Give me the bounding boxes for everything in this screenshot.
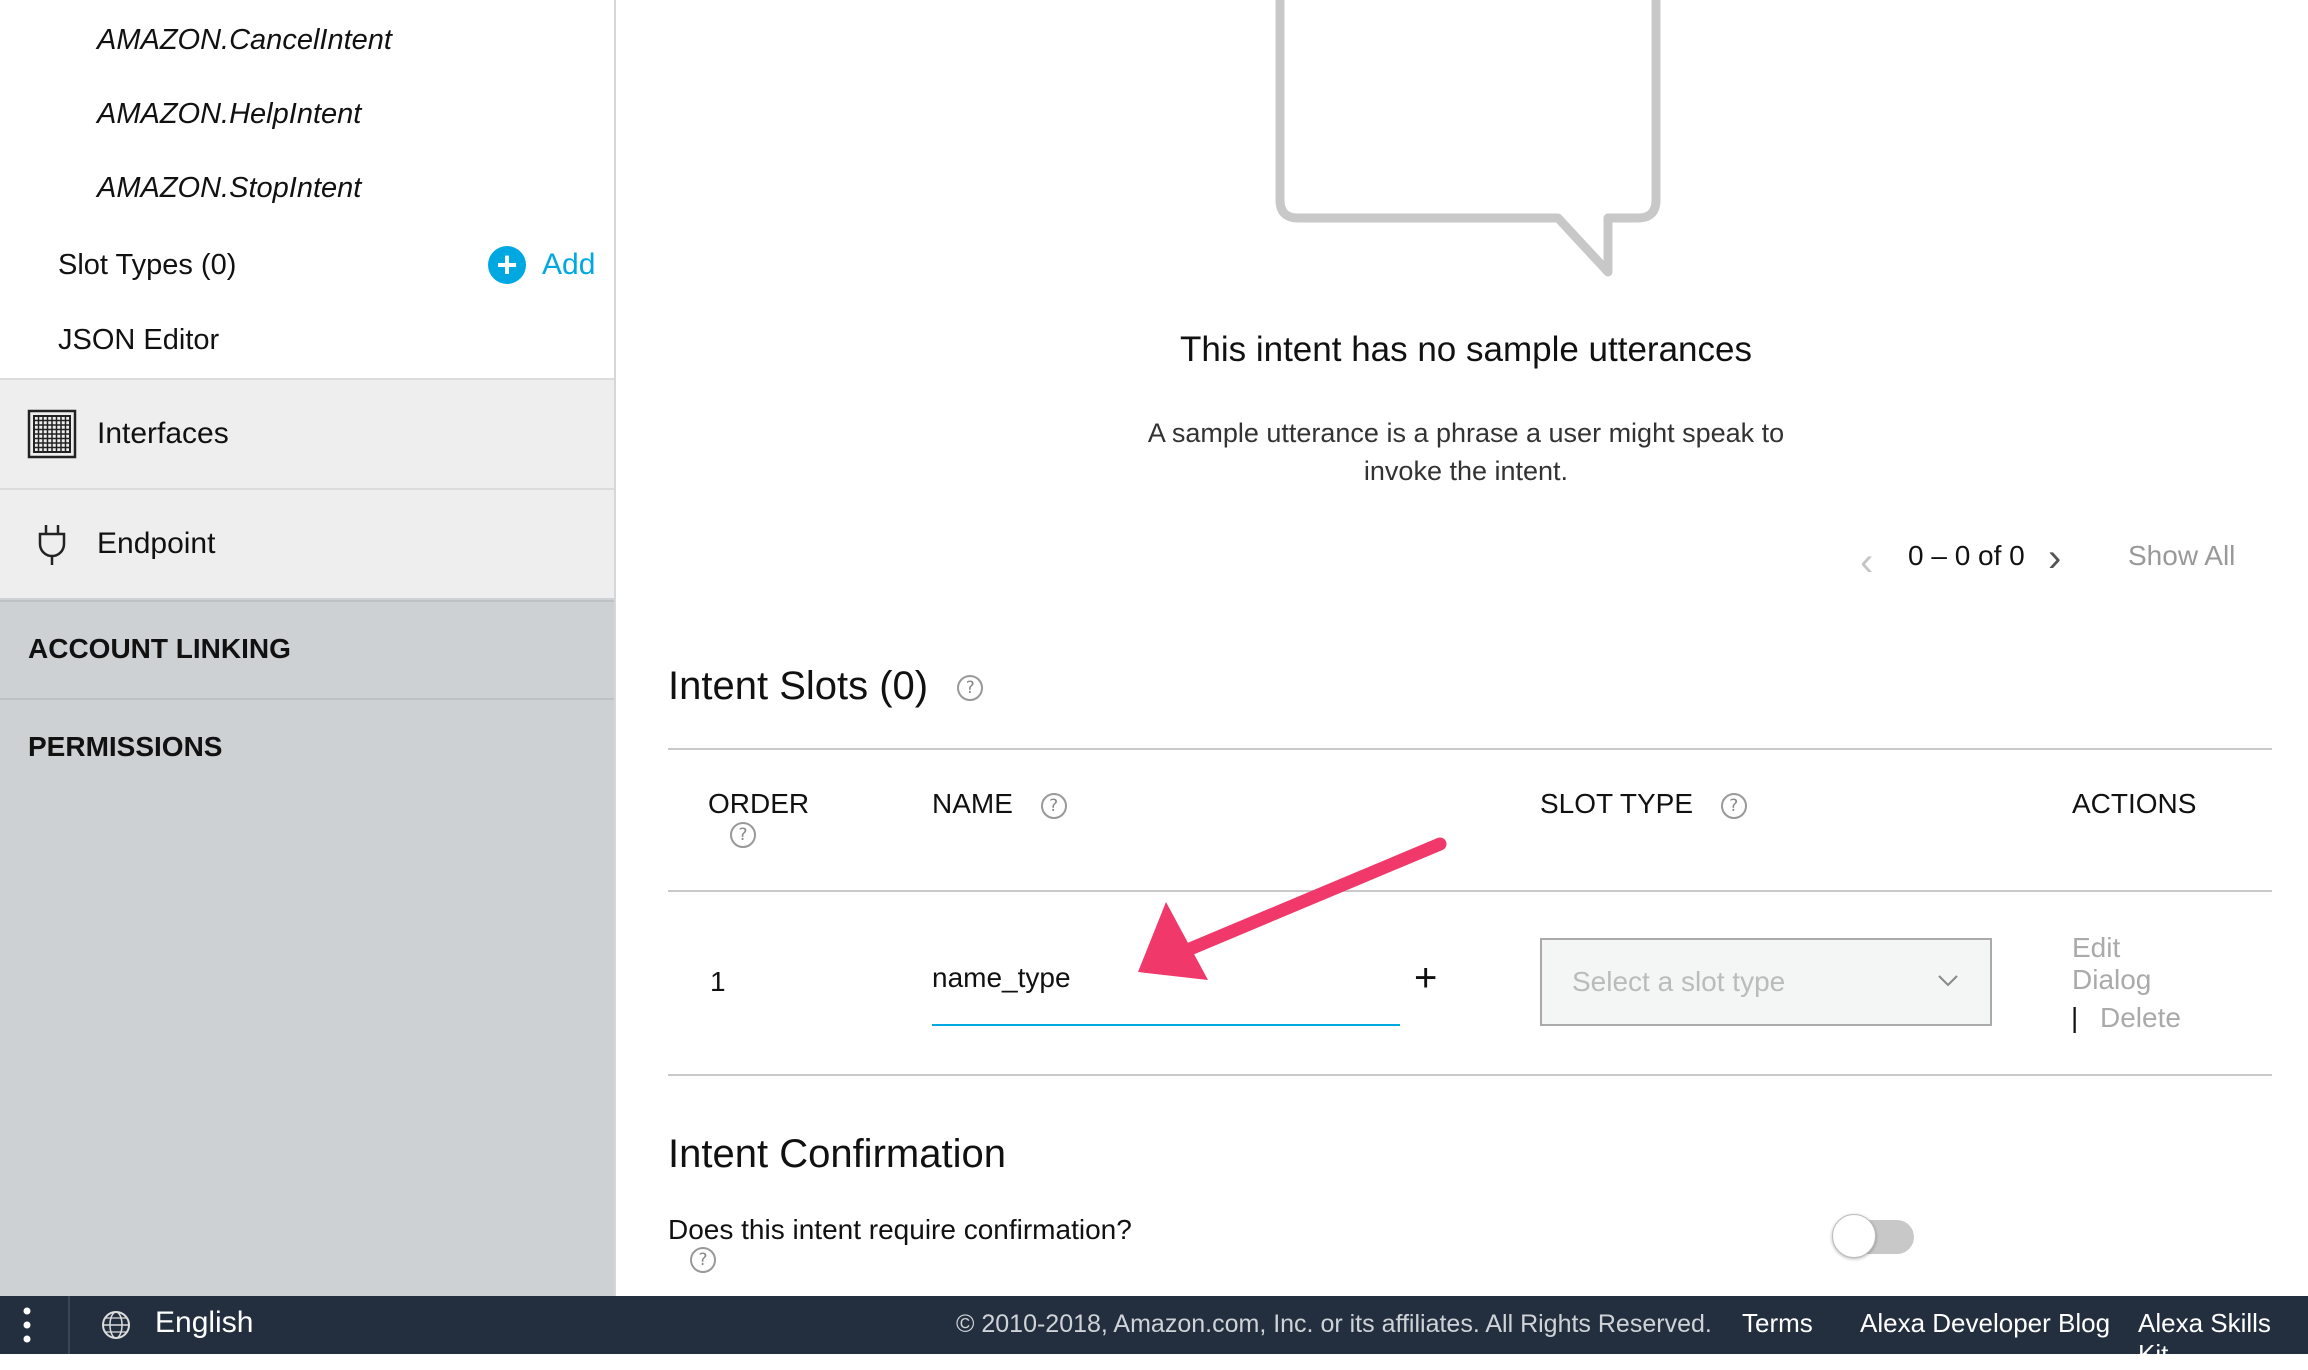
sidebar-item-label: Endpoint [97,527,216,560]
footer-link-skills-kit[interactable]: Alexa Skills Kit [2138,1308,2308,1370]
column-header-label: SLOT TYPE [1540,788,1694,819]
pagination-range: 0 – 0 of 0 [1908,540,2025,571]
help-icon[interactable]: ? [1720,792,1747,819]
sidebar-item-json-editor[interactable]: JSON Editor [58,324,219,357]
slot-name-value: name_type [932,962,1071,993]
intent-confirmation-title: Intent Confirmation [668,1132,1006,1176]
sidebar-item-cancel-intent[interactable]: AMAZON.CancelIntent [97,24,392,57]
show-all-link[interactable]: Show All [2128,540,2235,572]
empty-utterances-description: A sample utterance is a phrase a user mi… [618,414,2308,490]
footer-link-developer-blog[interactable]: Alexa Developer Blog [1860,1308,2110,1339]
edit-dialog-line: Edit [2072,932,2121,963]
add-slot-type-button[interactable]: + Add [488,246,595,284]
sidebar-item-help-intent[interactable]: AMAZON.HelpIntent [97,98,361,131]
sidebar-item-stop-intent[interactable]: AMAZON.StopIntent [97,172,361,205]
delete-slot-link[interactable]: Delete [2100,1002,2181,1034]
sidebar: AMAZON.CancelIntent AMAZON.HelpIntent AM… [0,0,616,1296]
sidebar-item-label: Interfaces [97,417,229,450]
description-line: A sample utterance is a phrase a user mi… [1147,418,1785,448]
action-separator: | [2071,1002,2079,1033]
grid-icon [27,409,77,459]
chevron-right-icon[interactable]: › [2048,536,2061,581]
intent-slots-heading: Intent Slots (0) ? [668,664,984,709]
help-icon[interactable]: ? [690,1247,716,1273]
language-selector[interactable]: English [155,1306,253,1340]
intent-slots-title: Intent Slots (0) [668,664,929,708]
annotation-arrow [1138,837,1447,980]
slot-type-select[interactable]: Select a slot type [1540,938,1992,1026]
empty-utterances-title: This intent has no sample utterances [1180,330,1752,369]
more-vertical-icon[interactable] [22,1306,32,1344]
add-label: Add [542,248,596,281]
slot-order-value: 1 [710,966,726,997]
toggle-knob [1832,1214,1876,1258]
sidebar-item-endpoint[interactable]: Endpoint [0,488,614,598]
footer: English © 2010-2018, Amazon.com, Inc. or… [0,1296,2308,1369]
column-header-name: NAME ? [932,788,1067,820]
confirmation-toggle[interactable] [1832,1214,1914,1258]
globe-icon [102,1311,130,1339]
footer-divider [68,1296,70,1354]
help-icon[interactable]: ? [1040,792,1067,819]
chevron-left-icon[interactable]: ‹ [1860,540,1873,585]
edit-dialog-line: Dialog [2072,964,2152,995]
table-bottom-divider [668,1074,2272,1076]
edit-dialog-link[interactable]: Edit Dialog [2072,932,2151,996]
sidebar-item-slot-types[interactable]: Slot Types (0) [58,249,236,282]
column-header-actions: ACTIONS [2072,788,2196,820]
main-content: This intent has no sample utterances A s… [618,0,2308,1296]
column-header-label: ACTIONS [2072,788,2197,819]
help-icon[interactable]: ? [730,822,756,848]
footer-link-terms[interactable]: Terms [1742,1308,1813,1339]
column-header-label: NAME [932,788,1013,819]
sidebar-item-permissions[interactable]: PERMISSIONS [0,698,614,794]
intent-confirmation-question: Does this intent require confirmation? [668,1214,1132,1245]
sidebar-item-interfaces[interactable]: Interfaces [0,378,614,488]
plug-icon [38,525,66,565]
copyright-text: © 2010-2018, Amazon.com, Inc. or its aff… [956,1310,1712,1338]
speech-bubble-icon [1275,0,1661,277]
plus-circle-icon: + [488,246,526,284]
slot-type-placeholder: Select a slot type [1572,966,1786,997]
sidebar-item-account-linking[interactable]: ACCOUNT LINKING [0,600,614,696]
column-header-order: ORDER [708,788,809,820]
table-header-divider [668,890,2272,892]
table-top-divider [668,748,2272,750]
description-line: invoke the intent. [1363,456,1569,486]
column-header-label: ORDER [708,788,810,819]
chevron-down-icon [1938,975,1958,987]
sidebar-intents-panel: AMAZON.CancelIntent AMAZON.HelpIntent AM… [0,0,614,378]
column-header-slot-type: SLOT TYPE ? [1540,788,1747,820]
help-icon[interactable]: ? [957,675,984,702]
